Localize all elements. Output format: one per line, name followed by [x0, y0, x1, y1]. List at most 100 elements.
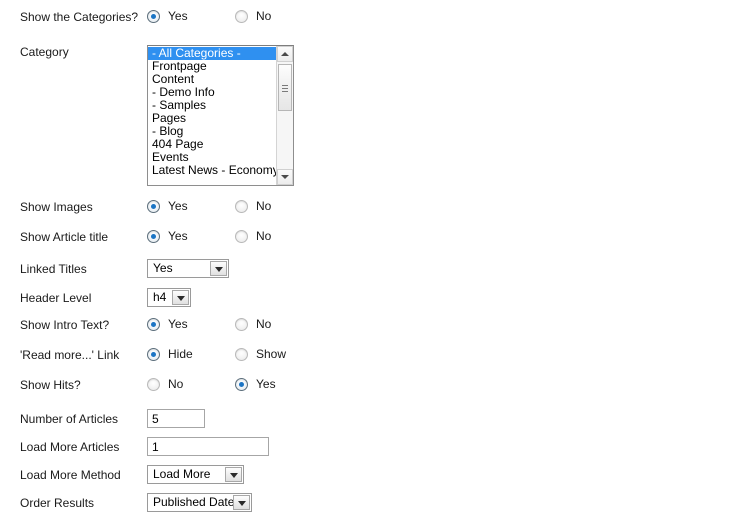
radio-option-show-the-categories-no[interactable]: No — [235, 10, 271, 23]
select-value: Published Date — [153, 495, 233, 509]
radio-indicator-checked[interactable] — [147, 318, 160, 331]
radio-option-label: Hide — [168, 347, 193, 361]
radio-indicator-unchecked[interactable] — [147, 378, 160, 391]
grip-icon — [282, 84, 288, 92]
radio-option-show-the-categories-yes[interactable]: Yes — [147, 10, 188, 23]
radio-option-label: Yes — [168, 9, 188, 23]
radio-option-label: No — [168, 377, 184, 391]
radio-indicator-checked[interactable] — [235, 378, 248, 391]
chevron-down-icon[interactable] — [210, 261, 227, 276]
field-control-linked-titles: Yes — [147, 259, 731, 278]
select-linked-titles[interactable]: Yes — [147, 259, 229, 278]
form-row-header-level: Header Level h4 — [0, 288, 731, 307]
scrollbar-thumb[interactable] — [278, 64, 292, 111]
scroll-up-arrow-icon[interactable] — [277, 46, 293, 62]
radio-option-label: No — [256, 9, 272, 23]
load-more-articles-input[interactable] — [147, 437, 269, 456]
radio-indicator-unchecked[interactable] — [235, 230, 248, 243]
field-label-load-more-articles: Load More Articles — [20, 440, 120, 454]
radio-group-show-intro-text: Yes No — [147, 318, 731, 334]
radio-option-show-intro-text-no[interactable]: No — [235, 318, 271, 331]
radio-group-show-hits: No Yes — [147, 378, 731, 394]
field-label-number-of-articles: Number of Articles — [20, 412, 119, 426]
select-value: h4 — [153, 290, 167, 304]
select-header-level[interactable]: h4 — [147, 288, 191, 307]
list-item[interactable]: Latest News - Economy — [148, 164, 276, 177]
radio-group-show-images: Yes No — [147, 200, 731, 216]
field-control-header-level: h4 — [147, 288, 731, 307]
list-item[interactable]: Frontpage — [148, 60, 276, 73]
radio-indicator-unchecked[interactable] — [235, 348, 248, 361]
list-item[interactable]: Pages — [148, 112, 276, 125]
field-control-show-hits: No Yes — [147, 378, 731, 394]
radio-indicator-unchecked[interactable] — [235, 10, 248, 23]
radio-option-label: Yes — [168, 229, 188, 243]
radio-option-label: Show — [256, 347, 287, 361]
form-row-show-intro-text: Show Intro Text? Yes No — [0, 318, 731, 334]
list-item[interactable]: - Samples — [148, 99, 276, 112]
chevron-down-icon[interactable] — [172, 290, 189, 305]
category-listbox[interactable]: - All Categories - Frontpage Content - D… — [147, 45, 294, 186]
radio-option-show-images-no[interactable]: No — [235, 200, 271, 213]
field-control-show-images: Yes No — [147, 200, 731, 216]
radio-option-show-images-yes[interactable]: Yes — [147, 200, 188, 213]
list-item[interactable]: Content — [148, 73, 276, 86]
field-label-load-more-method: Load More Method — [20, 468, 121, 482]
field-label-order-results: Order Results — [20, 496, 95, 510]
chevron-down-icon[interactable] — [233, 495, 250, 510]
radio-indicator-unchecked[interactable] — [235, 318, 248, 331]
radio-option-label: Yes — [168, 199, 188, 213]
radio-indicator-checked[interactable] — [147, 230, 160, 243]
select-value: Yes — [153, 261, 173, 275]
field-control-show-the-categories: Yes No — [147, 10, 731, 26]
radio-option-label: No — [256, 199, 272, 213]
field-control-category: - All Categories - Frontpage Content - D… — [147, 45, 731, 186]
list-item[interactable]: 404 Page — [148, 138, 276, 151]
field-control-read-more-link: Hide Show — [147, 348, 731, 364]
form-row-show-article-title: Show Article title Yes No — [0, 230, 731, 246]
radio-option-show-hits-no[interactable]: No — [147, 378, 183, 391]
list-item[interactable]: - Demo Info — [148, 86, 276, 99]
form-row-show-images: Show Images Yes No — [0, 200, 731, 216]
field-label-show-article-title: Show Article title — [20, 230, 109, 244]
radio-indicator-unchecked[interactable] — [235, 200, 248, 213]
list-item[interactable]: - All Categories - — [148, 47, 276, 60]
radio-option-read-more-link-show[interactable]: Show — [235, 348, 286, 361]
radio-indicator-checked[interactable] — [147, 200, 160, 213]
form-row-order-results: Order Results Published Date — [0, 493, 731, 512]
field-label-show-intro-text: Show Intro Text? — [20, 318, 110, 332]
number-of-articles-input[interactable] — [147, 409, 205, 428]
field-label-header-level: Header Level — [20, 291, 92, 305]
radio-group-show-article-title: Yes No — [147, 230, 731, 246]
chevron-down-icon[interactable] — [225, 467, 242, 482]
field-label-linked-titles: Linked Titles — [20, 262, 87, 276]
category-listbox-scrollbar[interactable] — [276, 46, 293, 185]
radio-indicator-checked[interactable] — [147, 348, 160, 361]
radio-option-label: Yes — [168, 317, 188, 331]
radio-indicator-checked[interactable] — [147, 10, 160, 23]
radio-option-show-article-title-no[interactable]: No — [235, 230, 271, 243]
select-order-results[interactable]: Published Date — [147, 493, 252, 512]
form-row-show-the-categories: Show the Categories? Yes No — [0, 10, 731, 26]
field-control-number-of-articles — [147, 409, 731, 428]
select-load-more-method[interactable]: Load More — [147, 465, 244, 484]
field-control-load-more-articles — [147, 437, 731, 456]
form-row-show-hits: Show Hits? No Yes — [0, 378, 731, 394]
category-listbox-items: - All Categories - Frontpage Content - D… — [148, 46, 276, 185]
field-label-read-more-link: 'Read more...' Link — [20, 348, 120, 362]
radio-group-show-the-categories: Yes No — [147, 10, 731, 26]
radio-option-read-more-link-hide[interactable]: Hide — [147, 348, 193, 361]
radio-option-show-article-title-yes[interactable]: Yes — [147, 230, 188, 243]
radio-option-show-intro-text-yes[interactable]: Yes — [147, 318, 188, 331]
scroll-down-arrow-icon[interactable] — [277, 169, 293, 185]
list-item[interactable]: - Blog — [148, 125, 276, 138]
field-control-show-article-title: Yes No — [147, 230, 731, 246]
radio-option-label: No — [256, 229, 272, 243]
form-row-category: Category - All Categories - Frontpage Co… — [0, 45, 731, 186]
module-options-form: Show the Categories? Yes No Category - A… — [0, 0, 731, 512]
form-row-load-more-articles: Load More Articles — [0, 437, 731, 456]
list-item[interactable]: Events — [148, 151, 276, 164]
radio-option-show-hits-yes[interactable]: Yes — [235, 378, 276, 391]
field-label-show-hits: Show Hits? — [20, 378, 81, 392]
form-row-linked-titles: Linked Titles Yes — [0, 259, 731, 278]
